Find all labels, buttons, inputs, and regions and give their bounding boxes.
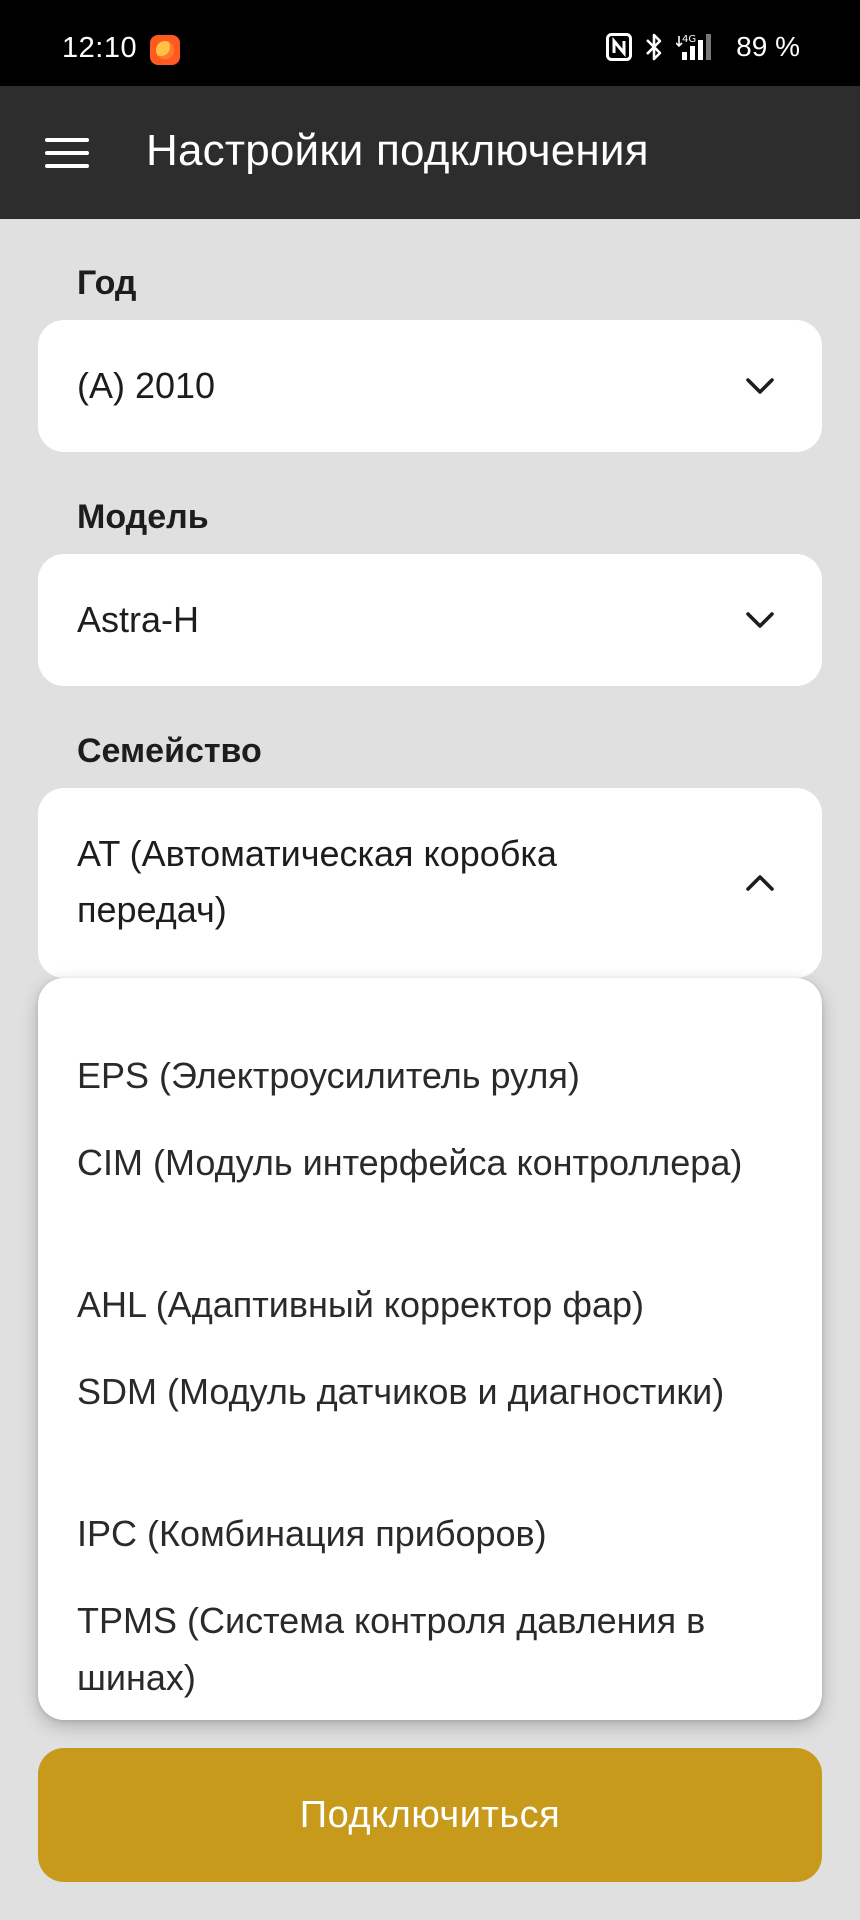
model-label: Модель — [77, 498, 209, 536]
status-time: 12:10 — [62, 32, 138, 64]
model-select-value: Astra-H — [77, 599, 200, 640]
chevron-down-icon — [738, 598, 782, 642]
notification-app-icon — [150, 35, 180, 65]
dropdown-item-ipc[interactable]: IPC (Комбинация приборов) — [77, 1505, 782, 1562]
dropdown-item-sdm[interactable]: SDM (Модуль датчиков и диагностики) — [77, 1363, 782, 1420]
status-icons: 4G 89 % — [606, 30, 800, 64]
year-label: Год — [77, 264, 137, 302]
family-label: Семейство — [77, 732, 262, 770]
family-dropdown-list[interactable]: EPS (Электроусилитель руля) CIM (Модуль … — [38, 978, 822, 1720]
family-select[interactable]: AT (Автоматическая коробка передач) — [38, 788, 822, 978]
network-type-label: 4G — [682, 34, 696, 45]
hamburger-menu-icon — [45, 138, 89, 168]
bluetooth-icon — [646, 33, 662, 61]
chevron-up-icon — [738, 861, 782, 905]
dropdown-item-cim[interactable]: CIM (Модуль интерфейса контроллера) — [77, 1134, 782, 1191]
signal-icon: 4G — [676, 34, 712, 60]
connect-button[interactable]: Подключиться — [38, 1748, 822, 1882]
dropdown-item-ahl[interactable]: AHL (Адаптивный корректор фар) — [77, 1276, 782, 1333]
dropdown-item-eps[interactable]: EPS (Электроусилитель руля) — [77, 1047, 782, 1104]
app-bar: Настройки подключения — [0, 86, 860, 219]
dropdown-item-tpms[interactable]: TPMS (Система контроля давления в шинах) — [77, 1592, 782, 1706]
model-select[interactable]: Astra-H — [38, 554, 822, 686]
family-select-value: AT (Автоматическая коробка передач) — [77, 833, 557, 930]
year-select[interactable]: (A) 2010 — [38, 320, 822, 452]
status-bar: 12:10 4G 89 % — [0, 0, 860, 86]
page-title: Настройки подключения — [146, 126, 649, 175]
menu-button[interactable] — [34, 120, 100, 186]
battery-percentage: 89 % — [736, 31, 800, 62]
chevron-down-icon — [738, 364, 782, 408]
year-select-value: (A) 2010 — [77, 365, 216, 406]
nfc-icon — [606, 33, 633, 61]
